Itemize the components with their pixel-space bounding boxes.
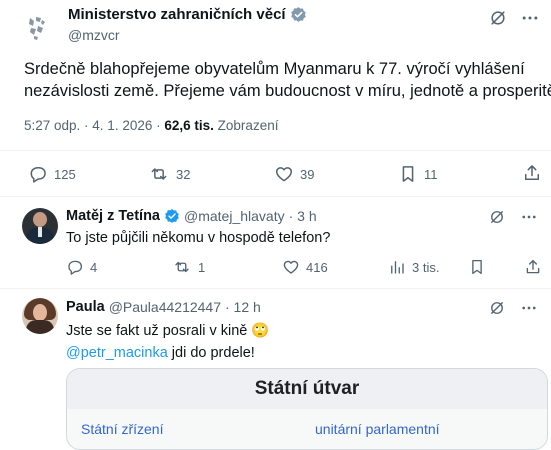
embedded-image[interactable]: Státní útvar Státní zřízení unitární par… — [66, 368, 548, 450]
share-button[interactable] — [524, 258, 548, 276]
infobox-row-value: unitární parlamentní — [315, 421, 440, 437]
post-text: Srdečně blahopřejeme obyvatelům Myanmaru… — [24, 58, 551, 102]
reply-author-handle[interactable]: @matej_hlavaty — [184, 208, 285, 224]
infobox-row-label: Státní zřízení — [81, 421, 164, 437]
reply-count: 125 — [54, 166, 76, 182]
verified-gray-icon — [290, 7, 306, 22]
coat-of-arms-icon — [29, 17, 45, 40]
more-options-button[interactable] — [520, 208, 538, 226]
more-options-button[interactable] — [520, 8, 540, 28]
repost-icon — [175, 261, 189, 273]
repost-count: 1 — [198, 259, 206, 275]
divider — [0, 196, 551, 197]
post-timestamp[interactable]: 5:27 odp. · 4. 1. 2026 · — [24, 118, 161, 133]
reply-header: Matěj z Tetína @matej_hlavaty · 3 h — [66, 208, 317, 224]
bookmark-count: 11 — [424, 166, 438, 182]
heart-icon — [283, 260, 299, 274]
rolling-eyes-emoji: 🙄 — [251, 323, 270, 339]
divider — [0, 150, 551, 151]
repost-button[interactable]: 32 — [148, 164, 190, 184]
divider — [0, 288, 551, 289]
like-count: 39 — [300, 166, 315, 182]
grok-button[interactable] — [488, 299, 506, 317]
repost-count: 32 — [176, 166, 191, 182]
author-handle[interactable]: @mzvcr — [68, 27, 120, 43]
more-icon — [522, 16, 538, 20]
reply-button[interactable]: 125 — [28, 164, 76, 184]
bookmark-icon — [472, 259, 482, 275]
more-icon — [522, 215, 536, 219]
post-meta: 5:27 odp. · 4. 1. 2026 · 62,6 tis. Zobra… — [24, 118, 278, 133]
grok-icon — [491, 11, 505, 25]
infobox-title: Státní útvar — [254, 378, 360, 399]
post-text-line: nezávislosti země. Přejeme vám budoucnos… — [24, 82, 551, 100]
grok-button[interactable] — [488, 8, 508, 28]
reply-text: To jste půjčili někomu v hospodě telefon… — [66, 230, 331, 246]
share-icon — [525, 165, 539, 180]
org-logo[interactable] — [22, 12, 54, 44]
reply-header: Paula @Paula44212447 · 12 h — [66, 299, 261, 315]
like-button[interactable]: 416 — [282, 258, 328, 276]
verified-icon — [165, 209, 179, 223]
mention-link[interactable]: @petr_macinka — [66, 345, 168, 361]
bookmark-button[interactable] — [468, 258, 492, 276]
reply-icon — [30, 167, 46, 183]
like-button[interactable]: 39 — [274, 164, 314, 184]
share-icon — [526, 259, 540, 274]
reply-author-name[interactable]: Paula — [66, 299, 105, 315]
grok-icon — [491, 302, 503, 314]
share-button[interactable] — [522, 163, 548, 183]
avatar[interactable] — [22, 298, 58, 334]
grok-icon — [491, 211, 503, 223]
like-count: 416 — [306, 259, 328, 275]
avatar[interactable] — [22, 208, 58, 244]
repost-icon — [151, 168, 167, 180]
views-count: 3 tis. — [412, 259, 440, 275]
grok-button[interactable] — [488, 208, 506, 226]
reply-count: 4 — [90, 259, 98, 275]
reply-author-handle[interactable]: @Paula44212447 — [109, 299, 221, 315]
more-options-button[interactable] — [520, 299, 538, 317]
post-text-line: Srdečně blahopřejeme obyvatelům Myanmaru… — [24, 60, 525, 78]
reply-text-line: jdi do prdele! — [171, 345, 255, 361]
bookmark-icon — [402, 166, 414, 182]
reply-icon — [68, 260, 83, 275]
views-count: 62,6 tis. — [164, 118, 214, 133]
reply-time[interactable]: · 12 h — [225, 299, 261, 315]
reply-text: Jste se fakt už posrali v kině 🙄 @petr_m… — [66, 320, 269, 364]
heart-icon — [275, 167, 293, 182]
more-icon — [522, 306, 536, 310]
reply-button[interactable]: 4 — [66, 258, 97, 276]
views-button[interactable]: 3 tis. — [388, 258, 439, 276]
author-name[interactable]: Ministerstvo zahraničních věcí — [68, 6, 286, 23]
reply-author-name[interactable]: Matěj z Tetína — [66, 208, 160, 224]
views-label: Zobrazení — [217, 118, 279, 133]
repost-button[interactable]: 1 — [172, 258, 205, 276]
analytics-icon — [391, 261, 404, 274]
reply-time[interactable]: · 3 h — [289, 208, 317, 224]
bookmark-button[interactable]: 11 — [398, 164, 438, 184]
reply-text-line: Jste se fakt už posrali v kině — [66, 323, 248, 339]
